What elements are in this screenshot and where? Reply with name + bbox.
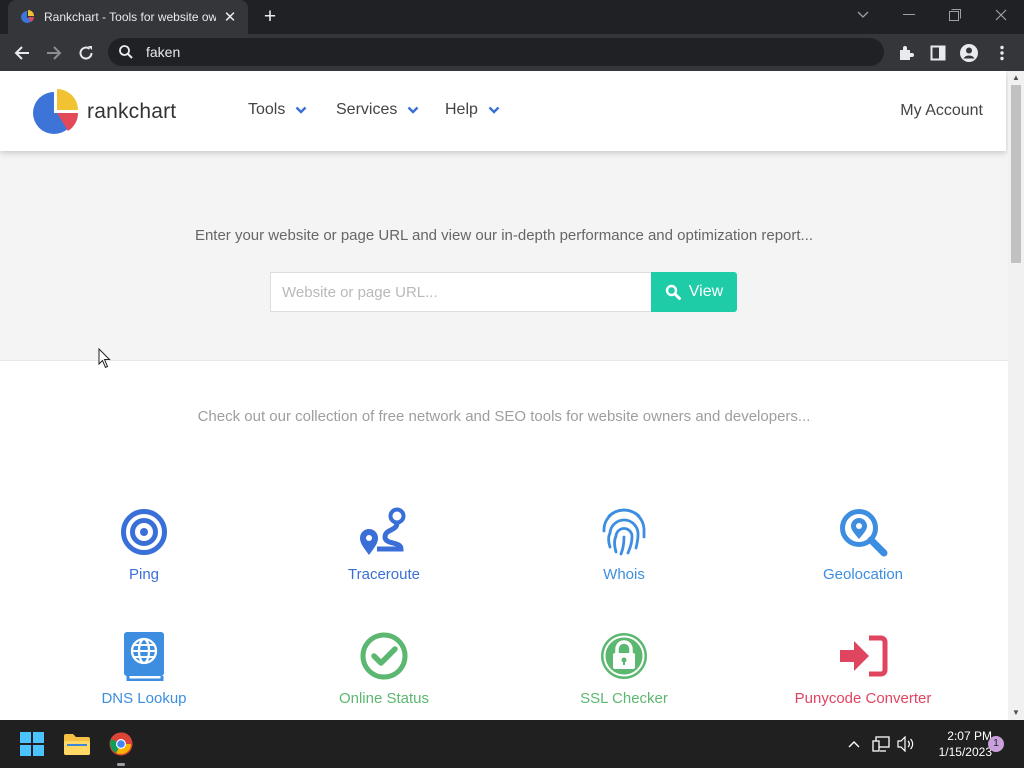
address-bar[interactable] bbox=[108, 38, 884, 66]
tab-close-icon[interactable]: ✕ bbox=[222, 8, 238, 26]
tool-online-status[interactable]: Online Status bbox=[264, 631, 504, 707]
chevron-down-icon bbox=[488, 106, 500, 114]
nav-tools-label: Tools bbox=[248, 101, 286, 118]
tool-whois[interactable]: Whois bbox=[504, 507, 744, 583]
sign-in-icon bbox=[838, 631, 888, 681]
network-button[interactable] bbox=[872, 734, 890, 754]
page-viewport: rankchart Tools Services Help My Account… bbox=[0, 71, 1008, 720]
tool-label: Ping bbox=[128, 566, 160, 583]
chevron-down-icon bbox=[408, 106, 419, 114]
volume-button[interactable] bbox=[897, 734, 915, 754]
nav-help-label: Help bbox=[445, 101, 478, 118]
lock-circle-icon bbox=[599, 631, 649, 681]
hero-text: Enter your website or page URL and view … bbox=[194, 227, 814, 244]
globe-book-icon bbox=[119, 631, 169, 681]
arrow-right-icon bbox=[47, 46, 62, 60]
browser-toolbar bbox=[0, 34, 1024, 71]
arrow-left-icon bbox=[14, 46, 29, 60]
tool-label: Punycode Converter bbox=[794, 690, 932, 707]
clock[interactable]: 2:07 PM 1/15/2023 bbox=[922, 728, 992, 760]
back-button[interactable] bbox=[8, 39, 36, 67]
notification-badge[interactable]: 1 bbox=[988, 736, 1004, 752]
scrollbar-thumb[interactable] bbox=[1011, 85, 1021, 263]
file-explorer-button[interactable] bbox=[61, 728, 93, 760]
scroll-up-icon[interactable]: ▲ bbox=[1008, 71, 1024, 85]
more-vert-icon bbox=[1000, 45, 1004, 61]
tool-label: Traceroute bbox=[348, 566, 420, 583]
restore-button[interactable] bbox=[932, 0, 978, 30]
reload-icon bbox=[79, 46, 93, 60]
tool-label: Whois bbox=[603, 566, 645, 583]
url-input[interactable] bbox=[270, 272, 652, 312]
chevron-up-icon bbox=[848, 741, 860, 748]
target-icon bbox=[119, 507, 169, 557]
chrome-button[interactable] bbox=[105, 728, 137, 766]
tool-ssl-checker[interactable]: SSL Checker bbox=[504, 631, 744, 707]
view-button[interactable]: View bbox=[651, 272, 737, 312]
mouse-cursor-icon bbox=[98, 348, 111, 369]
network-icon bbox=[872, 736, 890, 752]
tool-label: Online Status bbox=[338, 690, 430, 707]
tab-title: Rankchart - Tools for website owners bbox=[44, 10, 216, 24]
windows-logo-icon bbox=[20, 732, 44, 756]
taskbar: 2:07 PM 1/15/2023 bbox=[0, 720, 1024, 768]
chrome-icon bbox=[109, 732, 133, 756]
search-icon bbox=[665, 284, 681, 300]
tool-geolocation[interactable]: Geolocation bbox=[743, 507, 983, 583]
browser-menu-button[interactable] bbox=[990, 41, 1014, 65]
tab-strip: Rankchart - Tools for website owners ✕ + bbox=[0, 0, 1024, 34]
page-scrollbar[interactable]: ▲ ▼ bbox=[1008, 71, 1024, 720]
show-hidden-icons-button[interactable] bbox=[846, 734, 862, 754]
view-button-label: View bbox=[688, 283, 724, 300]
route-icon bbox=[359, 507, 409, 557]
tool-label: SSL Checker bbox=[580, 690, 668, 707]
minimize-button[interactable] bbox=[886, 0, 932, 30]
search-icon bbox=[119, 45, 133, 59]
scroll-down-icon[interactable]: ▼ bbox=[1008, 706, 1024, 720]
nav-tools[interactable]: Tools bbox=[248, 101, 307, 119]
chevron-down-icon bbox=[296, 106, 307, 114]
forward-button[interactable] bbox=[40, 39, 68, 67]
side-panel-icon bbox=[930, 45, 946, 61]
tools-section: Check out our collection of free network… bbox=[0, 360, 1008, 720]
address-input[interactable] bbox=[146, 44, 846, 60]
profile-button[interactable] bbox=[957, 41, 981, 65]
running-indicator bbox=[117, 763, 125, 766]
profile-icon bbox=[960, 44, 978, 62]
my-account-link[interactable]: My Account bbox=[900, 102, 983, 120]
tool-ping[interactable]: Ping bbox=[24, 507, 264, 583]
start-button[interactable] bbox=[16, 728, 48, 760]
tool-punycode-converter[interactable]: Punycode Converter bbox=[743, 631, 983, 707]
folder-icon bbox=[64, 734, 90, 755]
clock-date: 1/15/2023 bbox=[938, 745, 992, 759]
fingerprint-icon bbox=[599, 507, 649, 557]
side-panel-button[interactable] bbox=[926, 41, 950, 65]
extensions-button[interactable] bbox=[894, 41, 918, 65]
tool-label: Geolocation bbox=[822, 566, 904, 583]
volume-icon bbox=[897, 736, 914, 752]
reload-button[interactable] bbox=[72, 39, 100, 67]
nav-services[interactable]: Services bbox=[336, 101, 419, 119]
site-header: rankchart Tools Services Help My Account bbox=[0, 71, 1006, 151]
tab-search-icon[interactable] bbox=[840, 0, 886, 30]
rankchart-favicon bbox=[21, 10, 34, 23]
browser-tab[interactable]: Rankchart - Tools for website owners ✕ bbox=[8, 0, 248, 34]
logo-text: rankchart bbox=[87, 100, 177, 123]
new-tab-button[interactable]: + bbox=[258, 5, 282, 29]
clock-time: 2:07 PM bbox=[947, 729, 992, 743]
rankchart-logo-icon bbox=[33, 89, 79, 134]
tool-traceroute[interactable]: Traceroute bbox=[264, 507, 504, 583]
check-circle-icon bbox=[359, 631, 409, 681]
site-logo[interactable]: rankchart bbox=[33, 89, 176, 135]
nav-services-label: Services bbox=[336, 101, 398, 118]
search-location-icon bbox=[838, 507, 888, 557]
tools-intro-text: Check out our collection of free network… bbox=[197, 408, 811, 425]
puzzle-icon bbox=[900, 46, 914, 60]
nav-help[interactable]: Help bbox=[445, 101, 500, 119]
tool-dns-lookup[interactable]: DNS Lookup bbox=[24, 631, 264, 707]
close-window-button[interactable] bbox=[978, 0, 1024, 30]
tool-label: DNS Lookup bbox=[101, 690, 187, 707]
